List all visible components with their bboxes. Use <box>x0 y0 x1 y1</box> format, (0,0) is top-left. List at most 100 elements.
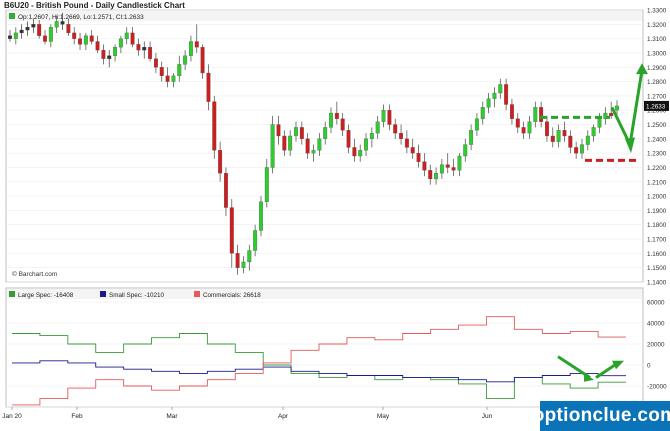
price-tick-label: 1.2200 <box>647 165 667 172</box>
price-tick-label: 1.2300 <box>647 151 667 158</box>
price-tick-label: 1.1400 <box>647 280 667 287</box>
candle-body <box>556 130 561 142</box>
price-tick-label: 1.2900 <box>647 65 667 72</box>
price-tick-label: 1.3000 <box>647 50 667 57</box>
candle-body <box>95 41 100 51</box>
candle-body <box>591 127 596 137</box>
candle-body <box>399 132 404 139</box>
candle-body <box>142 47 147 51</box>
candle-body <box>241 261 246 268</box>
candle-body <box>276 124 281 137</box>
candle-body <box>288 135 293 151</box>
candle-body <box>60 21 65 25</box>
candle-body <box>515 118 520 128</box>
cot-tick-label: 60000 <box>647 300 665 307</box>
candle-body <box>43 35 47 42</box>
x-tick-label: Feb <box>71 413 83 420</box>
candle-body <box>136 44 141 51</box>
candle-body <box>434 173 439 180</box>
price-tick-label: 1.2800 <box>647 79 667 86</box>
candle-body <box>299 127 304 139</box>
candle-body <box>89 35 94 42</box>
candle-body <box>72 32 77 39</box>
candle-body <box>19 29 24 34</box>
price-tick-label: 1.2100 <box>647 179 667 186</box>
last-price-label: 1.2633 <box>646 103 666 110</box>
x-tick-label: Mar <box>166 413 178 420</box>
cot-tick-label: 40000 <box>647 321 665 328</box>
candle-body <box>404 138 409 148</box>
candle-body <box>305 138 310 154</box>
candle-body <box>183 55 188 65</box>
candle-body <box>580 144 584 154</box>
x-tick-label: Jan 20 <box>2 413 22 420</box>
candle-body <box>148 47 153 59</box>
price-tick-label: 1.2400 <box>647 136 667 143</box>
candle-body <box>235 253 240 268</box>
cot-tick-label: 20000 <box>647 342 665 349</box>
cot-legend-label: Small Spec: -10210 <box>109 292 164 299</box>
candle-body <box>317 138 322 151</box>
candle-body <box>311 150 316 154</box>
copyright-label: © Barchart.com <box>12 270 57 278</box>
candle-body <box>66 24 71 34</box>
candle-body <box>188 41 193 56</box>
candle-body <box>469 130 474 145</box>
price-tick-label: 1.3200 <box>647 22 667 29</box>
candle-body <box>282 135 287 151</box>
candle-body <box>492 92 497 99</box>
candle-body <box>25 27 30 31</box>
x-tick-label: Apr <box>278 413 289 420</box>
candle-body <box>463 144 468 157</box>
candle-body <box>200 47 205 74</box>
candle-body <box>83 35 88 45</box>
x-tick-label: May <box>377 413 390 420</box>
cot-legend-swatch <box>100 291 106 297</box>
candle-body <box>387 110 392 125</box>
candle-body <box>369 132 374 139</box>
optionclue-watermark: optionclue.com <box>533 401 670 431</box>
candle-body <box>118 38 123 48</box>
candle-body <box>545 121 549 137</box>
price-tick-label: 1.2700 <box>647 93 667 100</box>
candle-body <box>334 112 339 119</box>
candle-body <box>439 164 444 174</box>
price-tick-label: 1.2000 <box>647 194 667 201</box>
candle-body <box>445 164 450 168</box>
cot-panel <box>5 287 644 408</box>
candle-body <box>13 32 18 39</box>
candle-body <box>574 147 579 154</box>
candle-body <box>381 110 386 122</box>
candle-body <box>527 121 532 134</box>
candle-body <box>428 170 433 180</box>
candle-body <box>539 107 544 122</box>
candle-body <box>358 150 363 157</box>
candle-body <box>451 167 456 171</box>
price-tick-label: 1.3300 <box>647 8 667 15</box>
price-tick-label: 1.1800 <box>647 222 667 229</box>
candle-body <box>270 124 275 168</box>
candle-body <box>177 64 182 77</box>
candle-body <box>486 98 491 108</box>
candle-body <box>509 104 514 119</box>
price-tick-label: 1.1900 <box>647 208 667 215</box>
candle-body <box>323 127 328 139</box>
candle-body <box>31 24 36 28</box>
ohlc-label: Op:1.2607, Hi:1.2669, Lo:1.2571, Cl:1.26… <box>18 14 144 21</box>
x-tick-label: Jun <box>482 413 493 420</box>
cot-legend-label: Commercials: 26618 <box>203 292 261 299</box>
candle-body <box>533 107 538 122</box>
candle-body <box>364 138 368 151</box>
candle-body <box>253 230 258 251</box>
cot-tick-label: 0 <box>647 363 651 370</box>
candle-body <box>562 130 567 137</box>
candle-body <box>474 118 479 131</box>
price-tick-label: 1.1600 <box>647 251 667 258</box>
candle-body <box>329 112 333 128</box>
candle-body <box>101 49 106 59</box>
price-tick-label: 1.2500 <box>647 122 667 129</box>
cot-legend-swatch <box>9 291 15 297</box>
candle-body <box>568 135 573 148</box>
candle-body <box>130 32 135 45</box>
candle-body <box>165 75 170 82</box>
